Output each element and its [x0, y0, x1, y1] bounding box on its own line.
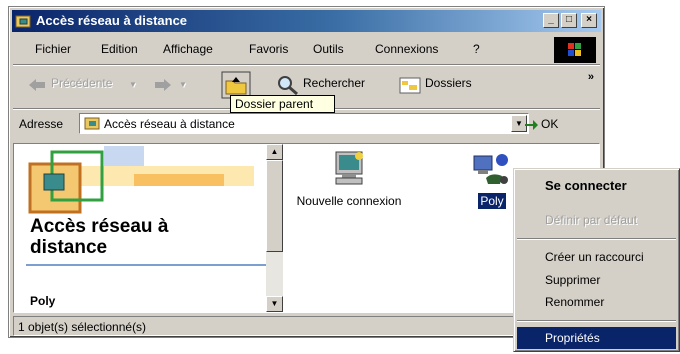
web-view-pane: Accès réseau à distance Poly — [14, 144, 266, 312]
scroll-thumb[interactable] — [266, 160, 283, 252]
menu-help[interactable]: ? — [473, 42, 480, 56]
context-item-properties[interactable]: Propriétés — [517, 327, 676, 349]
go-arrow-icon[interactable] — [523, 117, 539, 131]
menu-bar: Fichier Edition Affichage Favoris Outils… — [13, 37, 600, 63]
search-icon — [278, 76, 298, 95]
scroll-down-button[interactable]: ▼ — [266, 296, 283, 312]
folder-banner-graphic — [28, 146, 254, 214]
back-arrow-icon — [29, 79, 45, 91]
menu-edition[interactable]: Edition — [101, 42, 138, 56]
context-separator — [517, 320, 676, 322]
menu-connexions[interactable]: Connexions — [375, 42, 438, 56]
pane-title: Accès réseau à distance — [30, 216, 169, 258]
search-button[interactable]: Rechercher — [303, 76, 365, 90]
context-item-set-default[interactable]: Définir par défaut — [517, 209, 676, 231]
forward-dropdown-icon[interactable]: ▼ — [179, 80, 187, 89]
windows-logo-icon — [554, 37, 596, 63]
toolbar-overflow-icon[interactable]: » — [588, 71, 594, 83]
status-text: 1 objet(s) sélectionné(s) — [18, 320, 147, 334]
maximize-button[interactable]: □ — [561, 13, 577, 28]
forward-arrow-icon[interactable] — [153, 77, 173, 93]
menu-outils[interactable]: Outils — [313, 42, 344, 56]
folders-icon — [399, 77, 421, 94]
selected-item-name: Poly — [30, 294, 56, 308]
folder-network-icon — [84, 117, 100, 130]
go-button[interactable]: OK — [541, 117, 558, 131]
scroll-up-button[interactable]: ▲ — [266, 144, 283, 160]
file-label: Poly — [478, 193, 506, 209]
vertical-scrollbar[interactable]: ▲ ▼ — [266, 144, 283, 312]
context-item-rename[interactable]: Renommer — [517, 291, 676, 313]
minimize-button[interactable]: _ — [543, 13, 559, 28]
tooltip: Dossier parent — [230, 95, 335, 113]
title-bar[interactable]: Accès réseau à distance _ □ × — [12, 10, 601, 32]
folder-network-icon — [15, 15, 31, 28]
address-label: Adresse — [19, 117, 64, 131]
pane-divider — [26, 264, 266, 266]
address-value: Accès réseau à distance — [104, 117, 235, 131]
file-item-new-connection[interactable]: Nouvelle connexion — [294, 150, 404, 209]
menu-fichier[interactable]: Fichier — [35, 42, 71, 56]
menu-affichage[interactable]: Affichage — [163, 42, 213, 56]
menu-separator — [13, 64, 600, 66]
file-label: Nouvelle connexion — [296, 194, 402, 208]
close-button[interactable]: × — [581, 13, 597, 28]
context-item-create-shortcut[interactable]: Créer un raccourci — [517, 246, 676, 268]
address-bar: Adresse Accès réseau à distance ▼ OK — [13, 111, 600, 137]
menu-favoris[interactable]: Favoris — [249, 42, 288, 56]
new-connection-icon — [335, 151, 363, 185]
back-dropdown-icon[interactable]: ▼ — [129, 80, 137, 89]
back-button[interactable]: Précédente — [51, 76, 112, 90]
context-separator — [517, 238, 676, 240]
context-item-delete[interactable]: Supprimer — [517, 269, 676, 291]
window-title: Accès réseau à distance — [36, 13, 188, 28]
context-menu: Se connecter Définir par défaut Créer un… — [513, 168, 680, 352]
content-area: Accès réseau à distance Poly ▲ ▼ Nouvell… — [13, 143, 600, 313]
status-bar: 1 objet(s) sélectionné(s) — [13, 316, 600, 336]
dialup-connection-icon — [473, 154, 508, 184]
context-item-connect[interactable]: Se connecter — [517, 175, 676, 197]
folders-button[interactable]: Dossiers — [425, 76, 472, 90]
address-input[interactable]: Accès réseau à distance ▼ — [79, 113, 529, 134]
